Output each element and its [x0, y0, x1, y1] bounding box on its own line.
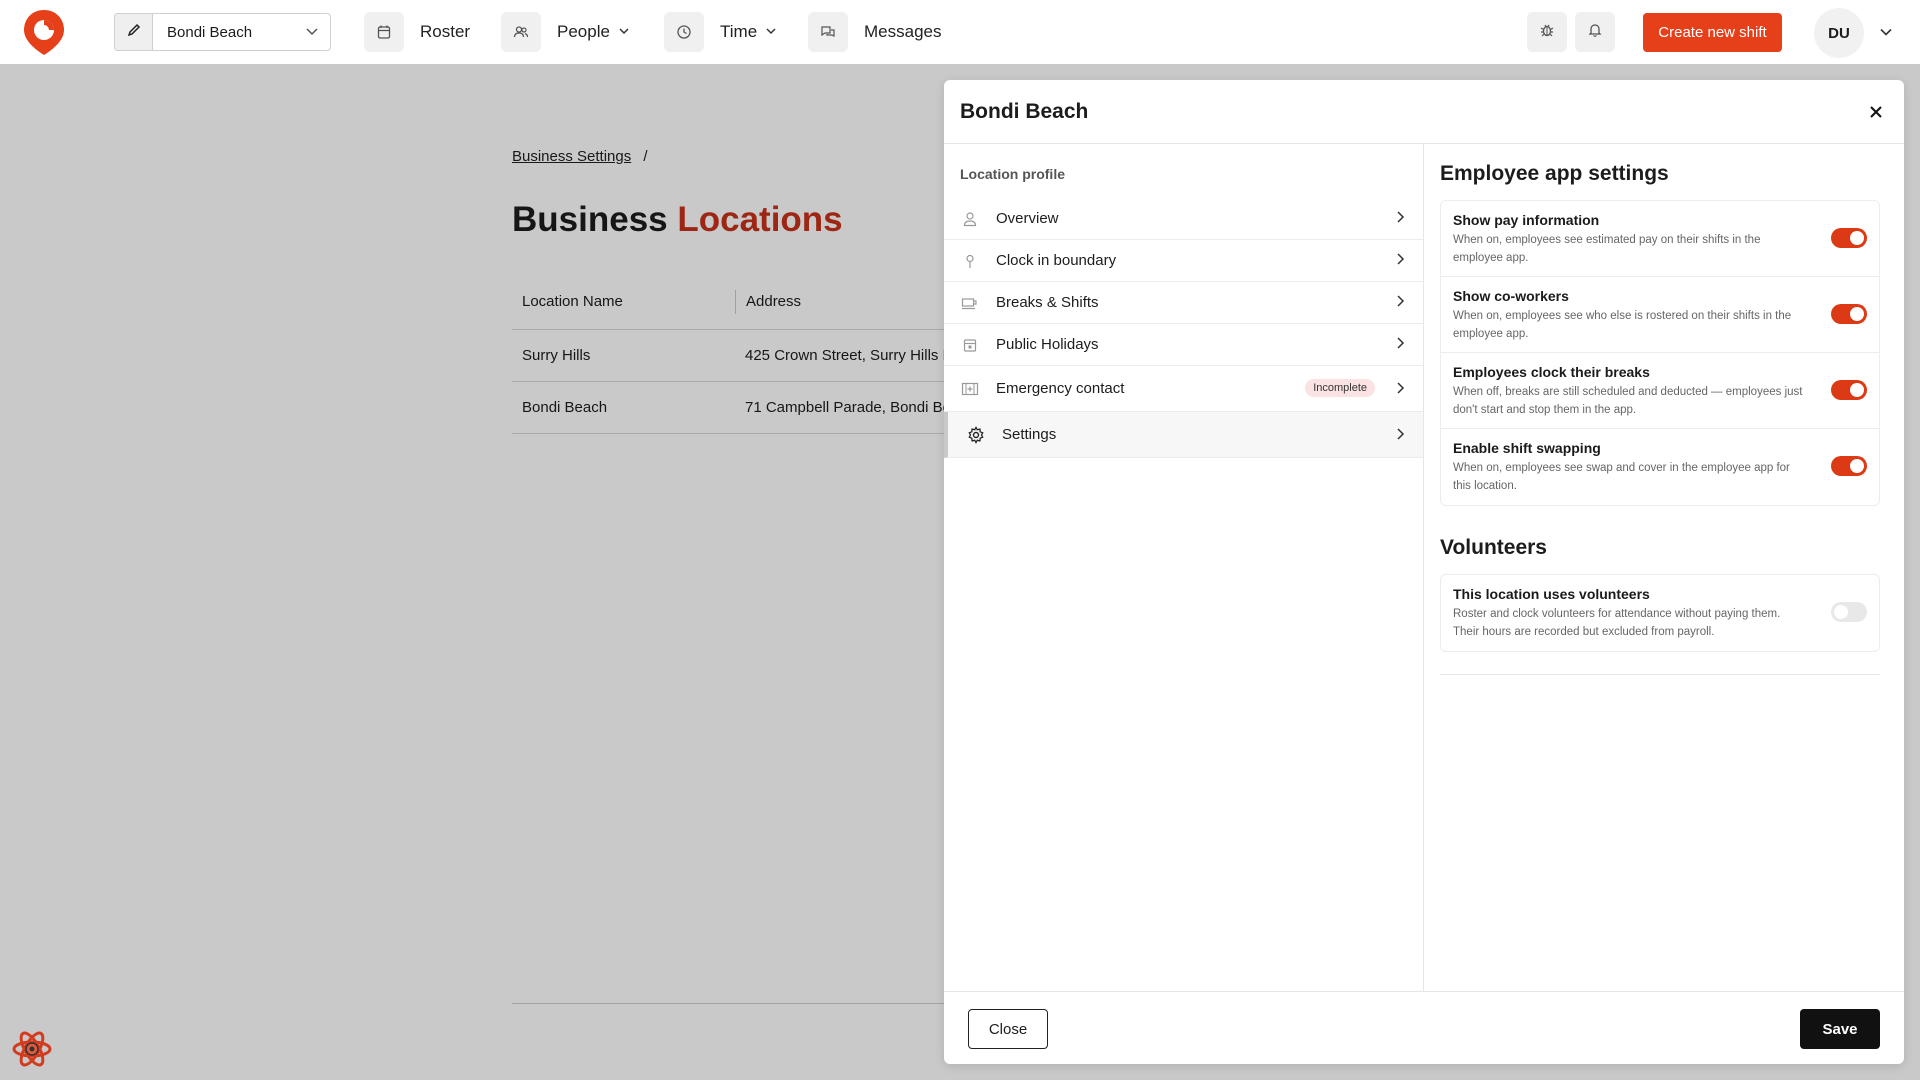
setting-title: Show co-workers — [1453, 288, 1569, 304]
chevron-down-icon — [618, 22, 630, 42]
avatar[interactable]: DU — [1814, 8, 1864, 58]
side-item-label: Breaks & Shifts — [996, 294, 1099, 311]
nav-time-label: Time — [720, 22, 758, 41]
chevron-down-icon[interactable] — [1878, 24, 1894, 45]
employee-app-settings-title: Employee app settings — [1440, 162, 1669, 185]
bug-icon — [1539, 22, 1555, 43]
edit-location-button[interactable] — [115, 14, 153, 50]
top-navigation-bar: Bondi Beach Roster People Time Messages … — [0, 0, 1920, 64]
setting-show-co-workers: Show co-workers When on, employees see w… — [1441, 277, 1879, 353]
setting-title: Employees clock their breaks — [1453, 364, 1650, 380]
chevron-right-icon — [1393, 381, 1407, 399]
chevron-right-icon — [1393, 210, 1407, 228]
close-button[interactable]: Close — [968, 1009, 1048, 1049]
location-selector-value: Bondi Beach — [167, 23, 253, 41]
content-divider — [1440, 674, 1880, 675]
notifications-button[interactable] — [1575, 12, 1615, 52]
nav-roster-label: Roster — [420, 22, 471, 41]
close-icon[interactable] — [1864, 100, 1888, 124]
save-button[interactable]: Save — [1800, 1009, 1880, 1049]
side-item-settings[interactable]: Settings — [944, 412, 1423, 458]
chevron-down-icon — [765, 22, 777, 42]
chevron-right-icon — [1393, 252, 1407, 270]
modal-footer: Close Save — [944, 991, 1904, 1064]
employee-app-settings-card: Show pay information When on, employees … — [1440, 200, 1880, 506]
calendar-icon — [960, 335, 980, 355]
side-item-emergency-contact[interactable]: Emergency contact Incomplete — [944, 366, 1423, 412]
side-menu-label: Location profile — [960, 166, 1065, 182]
nav-people[interactable]: People — [501, 12, 630, 52]
chevron-right-icon — [1393, 294, 1407, 312]
create-new-shift-button[interactable]: Create new shift — [1643, 13, 1782, 52]
side-item-overview[interactable]: Overview — [944, 198, 1423, 240]
setting-title: Enable shift swapping — [1453, 440, 1601, 456]
gear-icon — [966, 425, 986, 445]
modal-title: Bondi Beach — [960, 99, 1089, 123]
incomplete-badge: Incomplete — [1305, 379, 1375, 397]
medical-icon — [960, 379, 980, 399]
chevron-right-icon — [1393, 427, 1407, 445]
nav-messages-label: Messages — [864, 22, 942, 41]
setting-description: When off, breaks are still scheduled and… — [1453, 386, 1803, 416]
setting-description: When on, employees see who else is roste… — [1453, 310, 1792, 340]
show-pay-information-toggle[interactable] — [1831, 228, 1867, 248]
setting-description: Roster and clock volunteers for attendan… — [1453, 608, 1781, 638]
modal-body: Location profile Overview Clock in bound… — [944, 144, 1904, 991]
setting-employees-clock-breaks: Employees clock their breaks When off, b… — [1441, 353, 1879, 429]
react-devtools-icon[interactable] — [11, 1028, 53, 1070]
nav-time[interactable]: Time — [664, 12, 777, 52]
bell-icon — [1587, 22, 1603, 43]
chevron-right-icon — [1393, 336, 1407, 354]
calendar-icon — [364, 12, 404, 52]
people-icon — [501, 12, 541, 52]
setting-uses-volunteers: This location uses volunteers Roster and… — [1441, 575, 1879, 651]
pencil-icon — [126, 22, 142, 43]
side-item-breaks-shifts[interactable]: Breaks & Shifts — [944, 282, 1423, 324]
nav-roster[interactable]: Roster — [364, 12, 470, 52]
enable-shift-swapping-toggle[interactable] — [1831, 456, 1867, 476]
person-icon — [960, 209, 980, 229]
volunteers-card: This location uses volunteers Roster and… — [1440, 574, 1880, 652]
volunteers-title: Volunteers — [1440, 536, 1547, 559]
modal-header: Bondi Beach — [944, 80, 1904, 144]
nav-messages[interactable]: Messages — [808, 12, 941, 52]
side-item-clock-in-boundary[interactable]: Clock in boundary — [944, 240, 1423, 282]
setting-show-pay-information: Show pay information When on, employees … — [1441, 201, 1879, 277]
show-co-workers-toggle[interactable] — [1831, 304, 1867, 324]
chevron-down-icon — [294, 25, 330, 39]
side-item-label: Settings — [1002, 426, 1057, 443]
setting-description: When on, employees see swap and cover in… — [1453, 462, 1790, 492]
location-settings-modal: Bondi Beach Location profile Overview Cl… — [944, 80, 1904, 1064]
side-item-label: Overview — [996, 210, 1059, 227]
setting-title: This location uses volunteers — [1453, 586, 1650, 602]
bug-report-button[interactable] — [1527, 12, 1567, 52]
side-item-label: Public Holidays — [996, 336, 1099, 353]
location-profile-menu: Location profile Overview Clock in bound… — [944, 144, 1424, 991]
cup-icon — [960, 293, 980, 313]
setting-title: Show pay information — [1453, 212, 1600, 228]
pin-icon — [960, 251, 980, 271]
setting-description: When on, employees see estimated pay on … — [1453, 234, 1761, 264]
settings-content: Employee app settings Show pay informati… — [1424, 144, 1904, 991]
side-item-public-holidays[interactable]: Public Holidays — [944, 324, 1423, 366]
uses-volunteers-toggle[interactable] — [1831, 602, 1867, 622]
nav-people-label: People — [557, 22, 610, 41]
location-selector[interactable]: Bondi Beach — [114, 13, 331, 51]
app-logo-icon[interactable] — [22, 8, 66, 56]
setting-enable-shift-swapping: Enable shift swapping When on, employees… — [1441, 429, 1879, 505]
employees-clock-breaks-toggle[interactable] — [1831, 380, 1867, 400]
side-item-label: Clock in boundary — [996, 252, 1117, 269]
clock-icon — [664, 12, 704, 52]
chat-icon — [808, 12, 848, 52]
side-item-label: Emergency contact — [996, 380, 1125, 397]
